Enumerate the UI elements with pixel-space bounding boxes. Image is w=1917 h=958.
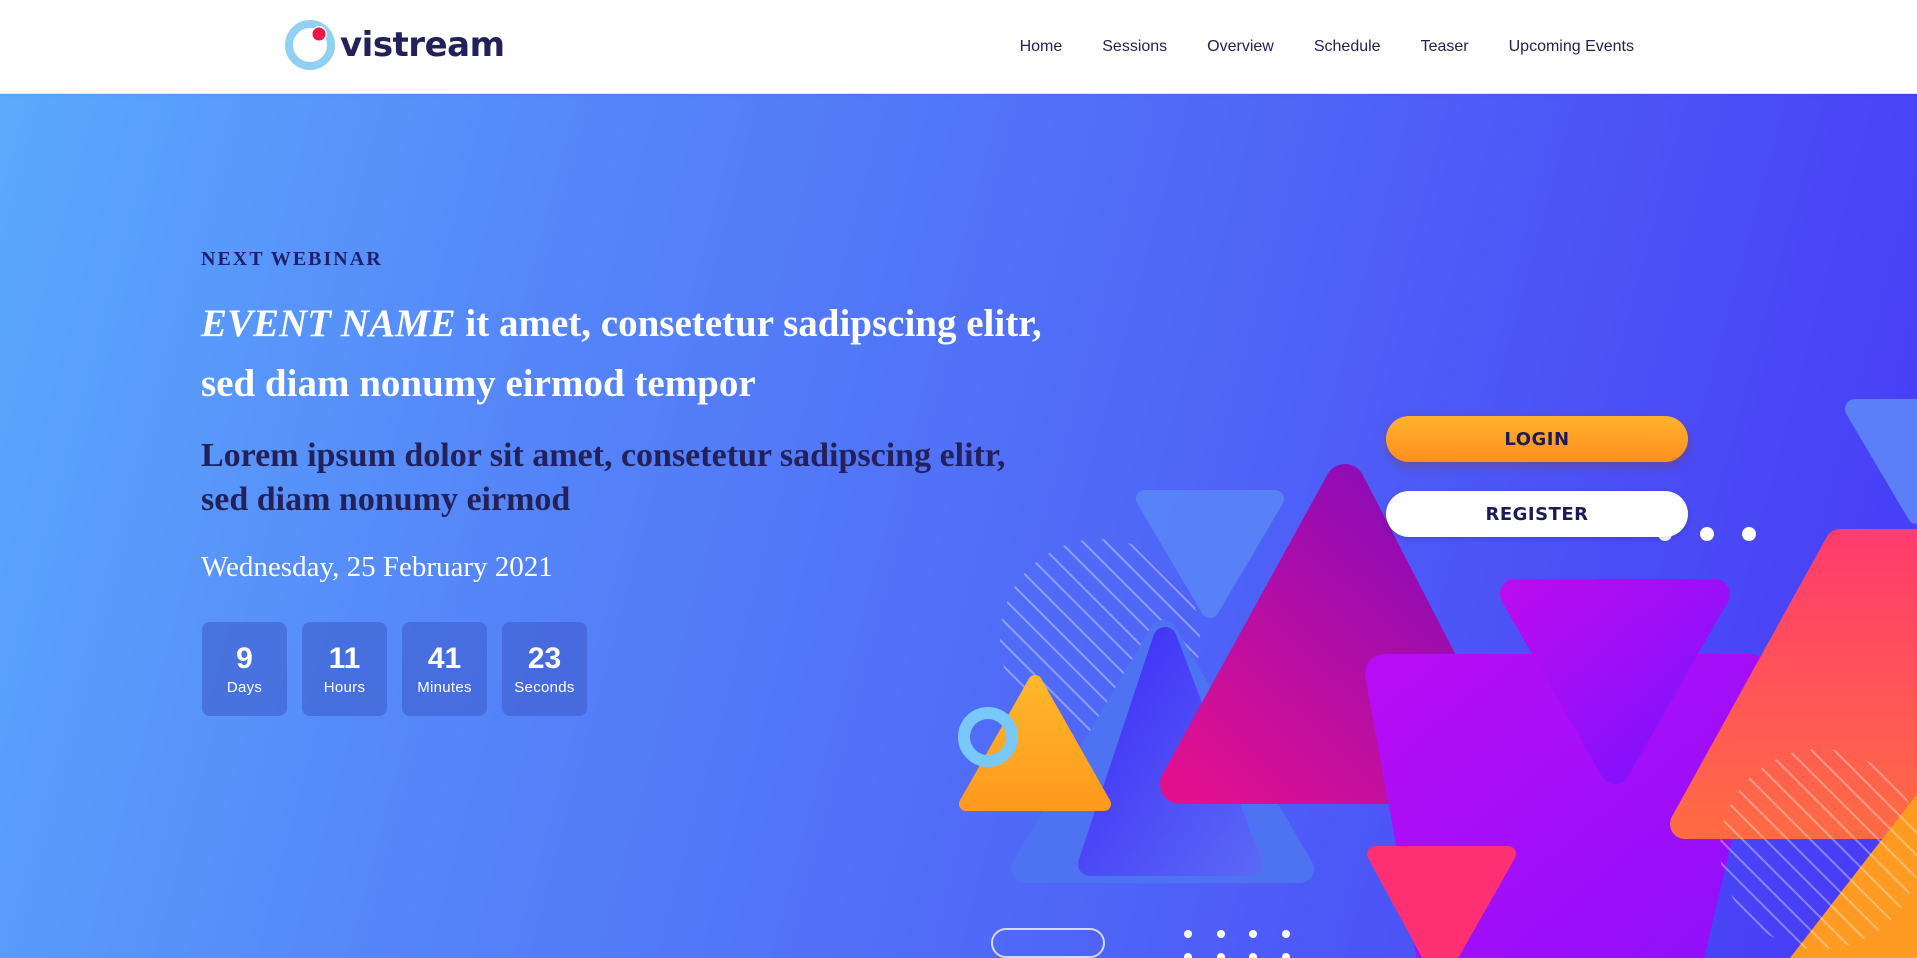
next-webinar-label: NEXT WEBINAR bbox=[201, 248, 383, 270]
brand-logo[interactable]: vistream bbox=[284, 19, 505, 71]
register-button[interactable]: REGISTER bbox=[1386, 491, 1688, 537]
countdown-seconds: 23 Seconds bbox=[502, 622, 587, 716]
countdown-label: Seconds bbox=[514, 678, 575, 696]
event-title: EVENT NAME it amet, consetetur sadipscin… bbox=[201, 294, 1061, 414]
nav-teaser[interactable]: Teaser bbox=[1421, 38, 1469, 56]
countdown-days: 9 Days bbox=[202, 622, 287, 716]
nav-overview[interactable]: Overview bbox=[1207, 38, 1274, 56]
countdown-value: 9 bbox=[236, 641, 253, 675]
countdown-label: Hours bbox=[323, 678, 366, 696]
main-nav: Home Sessions Overview Schedule Teaser U… bbox=[980, 0, 1634, 94]
site-header: vistream Home Sessions Overview Schedule… bbox=[0, 0, 1917, 94]
countdown-value: 23 bbox=[527, 641, 562, 675]
countdown-label: Minutes bbox=[417, 678, 472, 696]
countdown-minutes: 41 Minutes bbox=[402, 622, 487, 716]
event-name: EVENT NAME bbox=[201, 302, 456, 345]
ring-with-dot-icon bbox=[284, 19, 336, 71]
nav-schedule[interactable]: Schedule bbox=[1314, 38, 1381, 56]
countdown-timer: 9 Days 11 Hours 41 Minutes 23 Seconds bbox=[202, 622, 602, 716]
nav-sessions[interactable]: Sessions bbox=[1102, 38, 1167, 56]
countdown-label: Days bbox=[226, 678, 263, 696]
countdown-hours: 11 Hours bbox=[302, 622, 387, 716]
countdown-value: 11 bbox=[328, 641, 361, 675]
brand-name: vistream bbox=[340, 25, 505, 65]
nav-home[interactable]: Home bbox=[1020, 38, 1063, 56]
countdown-value: 41 bbox=[427, 641, 462, 675]
event-date: Wednesday, 25 February 2021 bbox=[201, 551, 553, 583]
nav-upcoming-events[interactable]: Upcoming Events bbox=[1509, 38, 1634, 56]
event-subtitle: Lorem ipsum dolor sit amet, consetetur s… bbox=[201, 437, 1006, 518]
hero-section: NEXT WEBINAR EVENT NAME it amet, consete… bbox=[0, 94, 1917, 958]
login-button[interactable]: LOGIN bbox=[1386, 416, 1688, 462]
